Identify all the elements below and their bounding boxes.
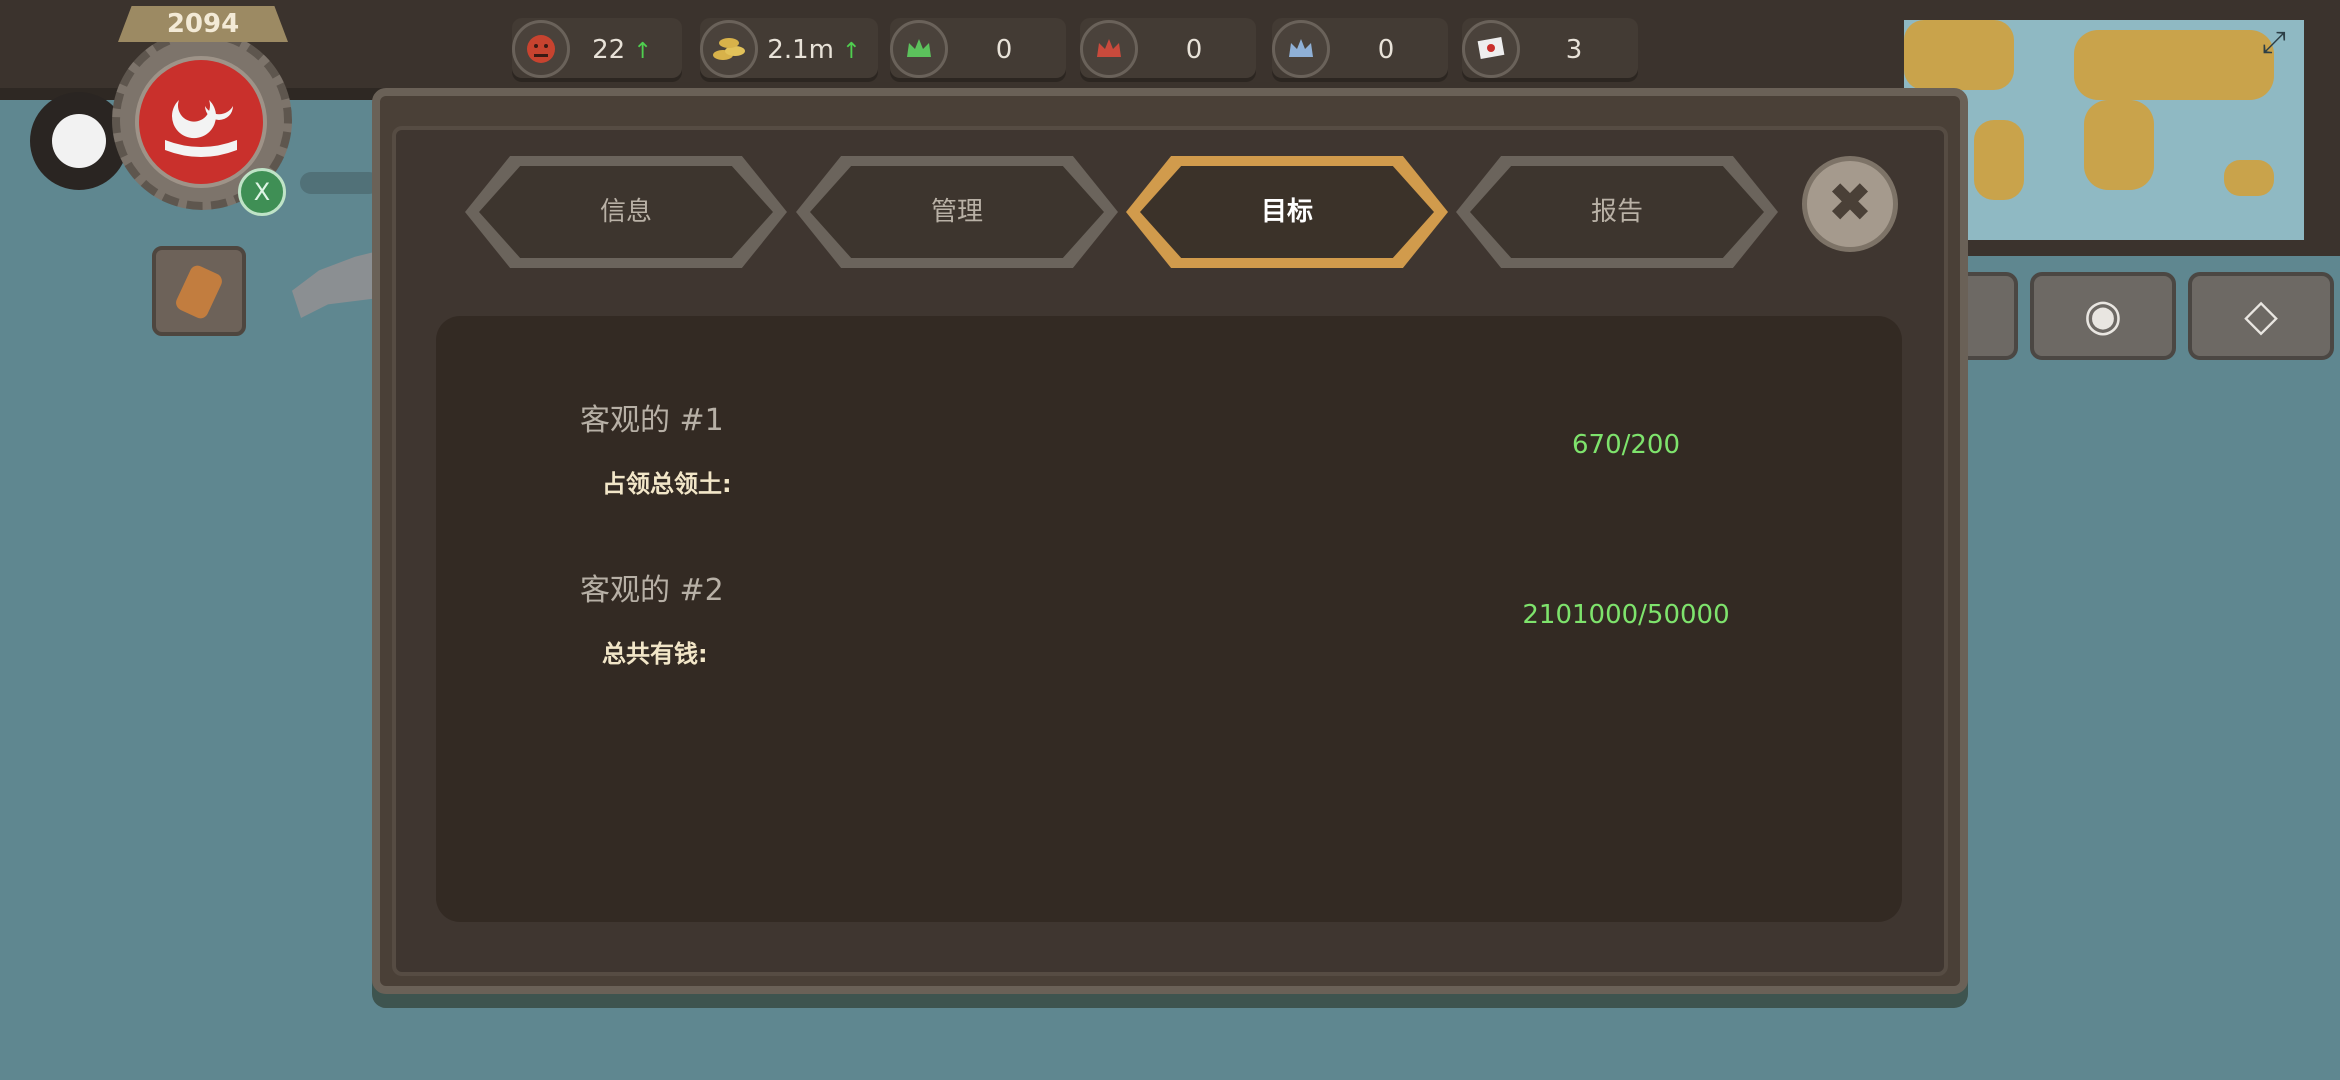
objective-2-title: 客观的 #2 [580, 573, 724, 608]
objective-1-progress: 670/200 [1571, 430, 1680, 460]
tab-report-label: 报告 [1590, 197, 1643, 227]
land-americas-north [1904, 20, 2014, 90]
land-americas-south [1974, 120, 2024, 200]
globe-button[interactable]: ◉ [2030, 272, 2176, 360]
stat-flags-value: 3 [1565, 35, 1583, 65]
close-icon: ✖ [1827, 171, 1873, 234]
sidebar-progress-bar [300, 172, 380, 194]
tab-info[interactable]: 信息 [465, 156, 787, 268]
globe-icon: ◉ [2083, 290, 2123, 341]
flag-icon [1462, 20, 1520, 78]
tab-info-label: 信息 [599, 197, 652, 227]
expand-icon[interactable]: ⤢ [2262, 28, 2292, 58]
objective-2-label: 总共有钱: [602, 640, 708, 668]
stat-blue-crown-value: 0 [1377, 35, 1395, 65]
red-crown-icon [1080, 20, 1138, 78]
country-flag-icon[interactable] [135, 56, 267, 188]
scroll-button[interactable] [152, 246, 246, 336]
land-africa [2084, 100, 2154, 190]
objective-1-title: 客观的 #1 [580, 403, 724, 438]
tab-manage[interactable]: 管理 [796, 156, 1118, 268]
diamond-button[interactable]: ◇ [2188, 272, 2334, 360]
blue-crown-icon [1272, 20, 1330, 78]
stat-green-crown-value: 0 [995, 35, 1013, 65]
stat-red-crown-value: 0 [1185, 35, 1203, 65]
country-level-badge: X [238, 168, 286, 216]
objective-1-label: 占领总领土: [602, 470, 732, 498]
view-toggle-knob[interactable] [52, 114, 106, 168]
diamond-icon: ◇ [2244, 290, 2278, 341]
stat-gold-value: 2.1m ↑ [767, 35, 861, 65]
year-label: 2094 [166, 9, 240, 39]
tab-objectives[interactable]: 目标 [1126, 156, 1448, 268]
unrest-face-icon [512, 20, 570, 78]
land-australia [2224, 160, 2274, 196]
tab-manage-label: 管理 [930, 197, 983, 227]
objective-2-progress: 2101000/50000 [1522, 600, 1730, 630]
scroll-icon [173, 263, 225, 321]
tab-report[interactable]: 报告 [1456, 156, 1778, 268]
land-eurasia [2074, 30, 2274, 100]
close-button[interactable]: ✖ [1802, 156, 1898, 252]
island-terrain [292, 250, 382, 318]
gold-coins-icon [700, 20, 758, 78]
tab-objectives-label: 目标 [1260, 197, 1313, 227]
green-crown-icon [890, 20, 948, 78]
stat-unrest-value: 22 ↑ [592, 35, 652, 65]
